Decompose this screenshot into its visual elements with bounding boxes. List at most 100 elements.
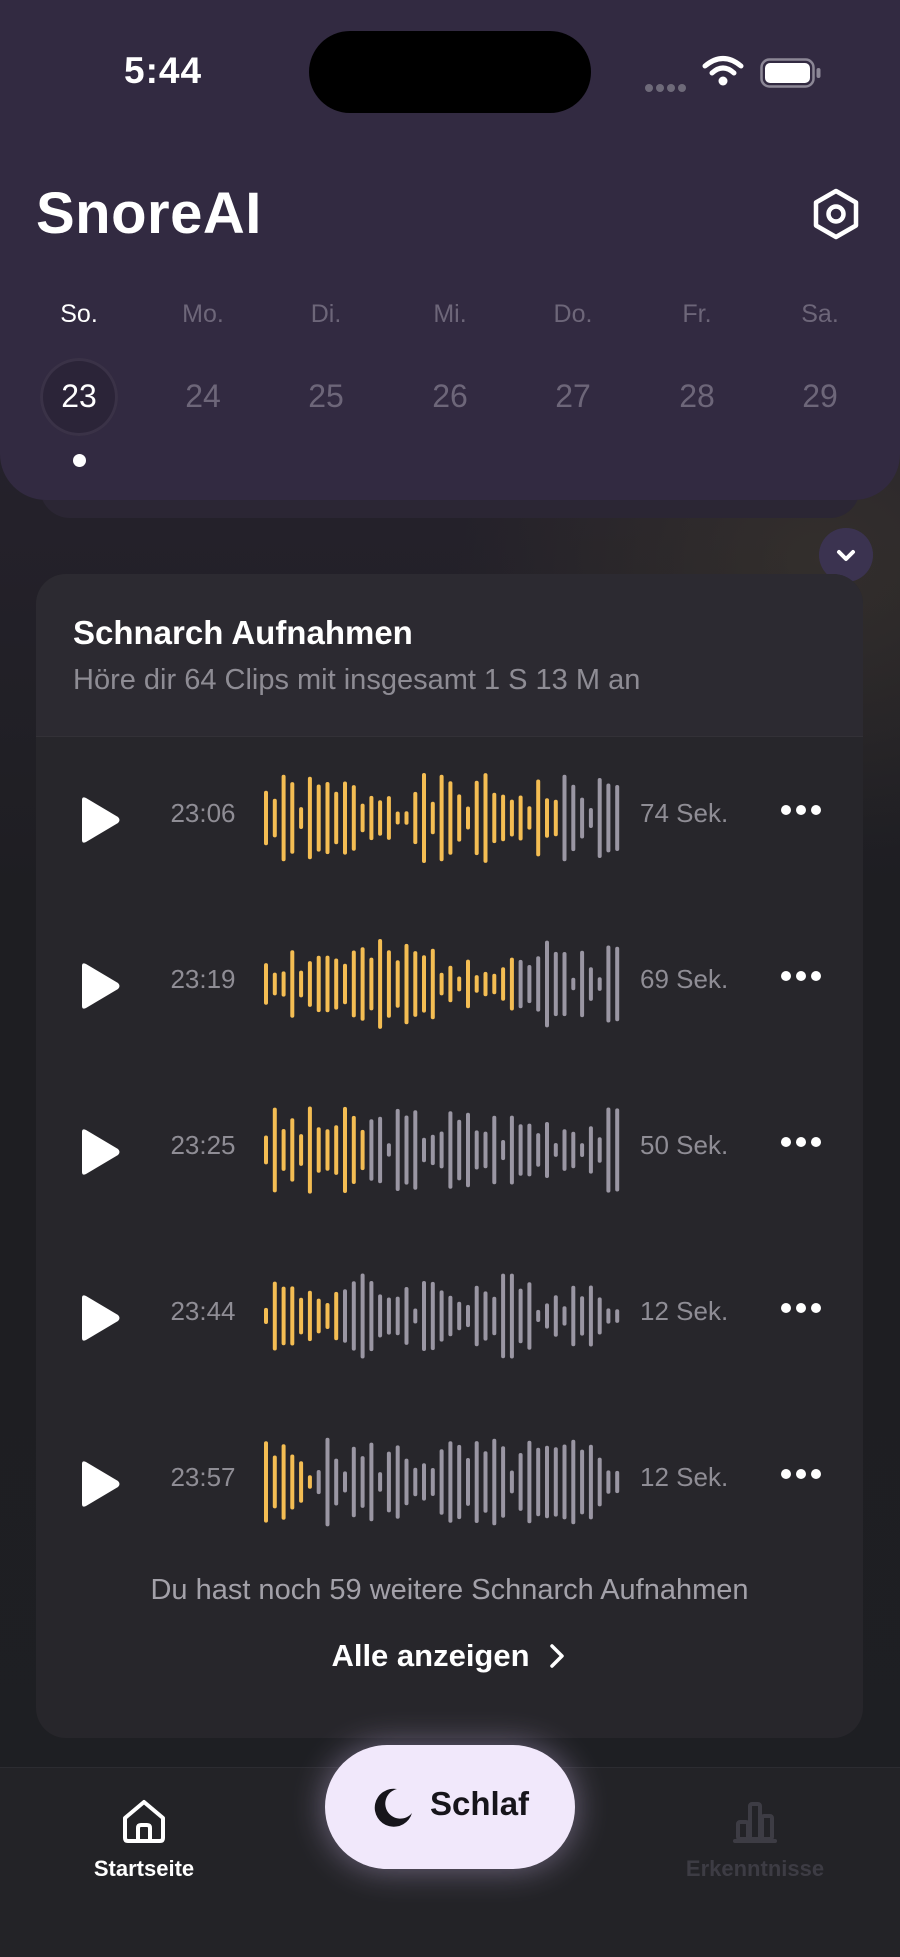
- waveform-bar: [351, 1446, 356, 1518]
- selected-date-dot: [73, 454, 86, 467]
- waveform-bar: [562, 774, 567, 862]
- date-25-button[interactable]: 25: [276, 378, 376, 415]
- play-icon[interactable]: [76, 795, 122, 845]
- waveform-bar: [483, 773, 488, 863]
- more-dots-icon[interactable]: [781, 1469, 825, 1483]
- play-icon[interactable]: [76, 1459, 122, 1509]
- waveform-bar: [316, 784, 321, 852]
- waveform-bar: [501, 967, 506, 1001]
- weekday-label: Mo.: [182, 300, 224, 328]
- waveform-bar: [448, 1441, 453, 1523]
- waveform-bar: [299, 970, 304, 998]
- waveform-bar: [281, 1444, 286, 1520]
- waveform-bar: [597, 1457, 602, 1507]
- play-icon[interactable]: [76, 1127, 122, 1177]
- waveform-bar: [299, 807, 304, 829]
- waveform[interactable]: [262, 1432, 622, 1532]
- waveform-bar: [272, 1107, 277, 1193]
- waveform-bar: [378, 1472, 383, 1492]
- settings-hexagon-icon[interactable]: [810, 188, 862, 240]
- date-26-button[interactable]: 26: [400, 378, 500, 415]
- waveform-bar: [325, 1303, 330, 1329]
- more-dots-icon[interactable]: [781, 1137, 825, 1151]
- waveform-bar: [360, 1273, 365, 1359]
- tab-insights[interactable]: Erkenntnisse: [655, 1768, 855, 1918]
- waveform-bar: [351, 1281, 356, 1351]
- waveform-bar: [439, 1131, 444, 1169]
- waveform[interactable]: [262, 768, 622, 868]
- waveform-bar: [615, 946, 620, 1022]
- battery-icon: [760, 58, 821, 88]
- date-28-button[interactable]: 28: [647, 378, 747, 415]
- waveform-bar: [378, 1116, 383, 1184]
- waveform-bar: [492, 1438, 497, 1526]
- waveform-bar: [272, 972, 277, 996]
- waveform-bar: [360, 947, 365, 1021]
- play-icon[interactable]: [76, 961, 122, 1011]
- waveform-bar: [545, 1122, 549, 1178]
- show-all-button[interactable]: Alle anzeigen: [36, 1638, 863, 1674]
- recording-row[interactable]: 23:25 50 Sek.: [36, 1100, 863, 1200]
- recording-row[interactable]: 23:57 12 Sek.: [36, 1432, 863, 1532]
- weekday-label: Di.: [310, 300, 342, 328]
- waveform-bar: [466, 1304, 470, 1328]
- waveform-bar: [615, 1470, 620, 1494]
- waveform-bar: [386, 1143, 391, 1157]
- date-24-button[interactable]: 24: [153, 378, 253, 415]
- waveform-bar: [562, 1444, 567, 1520]
- tab-home[interactable]: Startseite: [44, 1768, 244, 1918]
- waveform-bar: [272, 798, 277, 838]
- date-29-button[interactable]: 29: [770, 378, 870, 415]
- more-dots-icon[interactable]: [781, 805, 825, 819]
- waveform-bar: [597, 977, 602, 991]
- waveform-bar: [518, 1124, 523, 1176]
- waveform-bar: [492, 973, 497, 995]
- waveform-bar: [597, 1137, 602, 1163]
- card-header: Schnarch Aufnahmen Höre dir 64 Clips mit…: [36, 574, 863, 737]
- waveform-bar: [606, 783, 611, 853]
- waveform-bar: [466, 1112, 470, 1188]
- waveform-bar: [492, 1115, 497, 1185]
- waveform[interactable]: [262, 934, 622, 1034]
- waveform-bar: [448, 1295, 453, 1337]
- waveform-bar: [281, 1286, 286, 1346]
- sleep-button[interactable]: Schlaf: [325, 1745, 575, 1869]
- waveform-bar: [430, 1134, 435, 1166]
- waveform-bar: [343, 963, 347, 1005]
- waveform-bar: [615, 1309, 620, 1323]
- recording-row[interactable]: 23:06 74 Sek.: [36, 768, 863, 868]
- waveform-bar: [343, 1289, 347, 1343]
- waveform-bar: [536, 1447, 541, 1517]
- waveform-bar: [509, 957, 514, 1011]
- waveform-bar: [334, 1125, 339, 1175]
- waveform-bar: [334, 958, 339, 1010]
- waveform-bar: [360, 1129, 365, 1171]
- waveform-bar: [439, 1449, 444, 1515]
- more-dots-icon[interactable]: [781, 1303, 825, 1317]
- waveform-bar: [588, 1444, 593, 1520]
- date-23-button[interactable]: 23: [29, 378, 129, 415]
- more-recordings-note: Du hast noch 59 weitere Schnarch Aufnahm…: [150, 1574, 749, 1606]
- waveform-bar: [307, 961, 312, 1007]
- waveform[interactable]: [262, 1100, 622, 1200]
- waveform-bar: [518, 1288, 523, 1344]
- waveform-bar: [448, 781, 453, 855]
- recording-row[interactable]: 23:44 12 Sek.: [36, 1266, 863, 1366]
- waveform-bar: [290, 1118, 295, 1182]
- waveform[interactable]: [262, 1266, 622, 1366]
- wifi-icon: [702, 56, 744, 86]
- waveform-bar: [413, 951, 418, 1017]
- more-dots-icon[interactable]: [781, 971, 825, 985]
- waveform-bar: [334, 1458, 339, 1506]
- bar-chart-icon: [733, 1802, 777, 1843]
- play-icon[interactable]: [76, 1293, 122, 1343]
- waveform-bar: [395, 1445, 400, 1519]
- recording-row[interactable]: 23:19 69 Sek.: [36, 934, 863, 1034]
- waveform-bar: [606, 1308, 611, 1324]
- waveform-bar: [290, 1286, 295, 1346]
- waveform-bar: [562, 1129, 567, 1171]
- waveform-bar: [334, 1291, 339, 1341]
- date-27-button[interactable]: 27: [523, 378, 623, 415]
- waveform-bar: [580, 797, 585, 839]
- waveform-bar: [264, 1441, 268, 1523]
